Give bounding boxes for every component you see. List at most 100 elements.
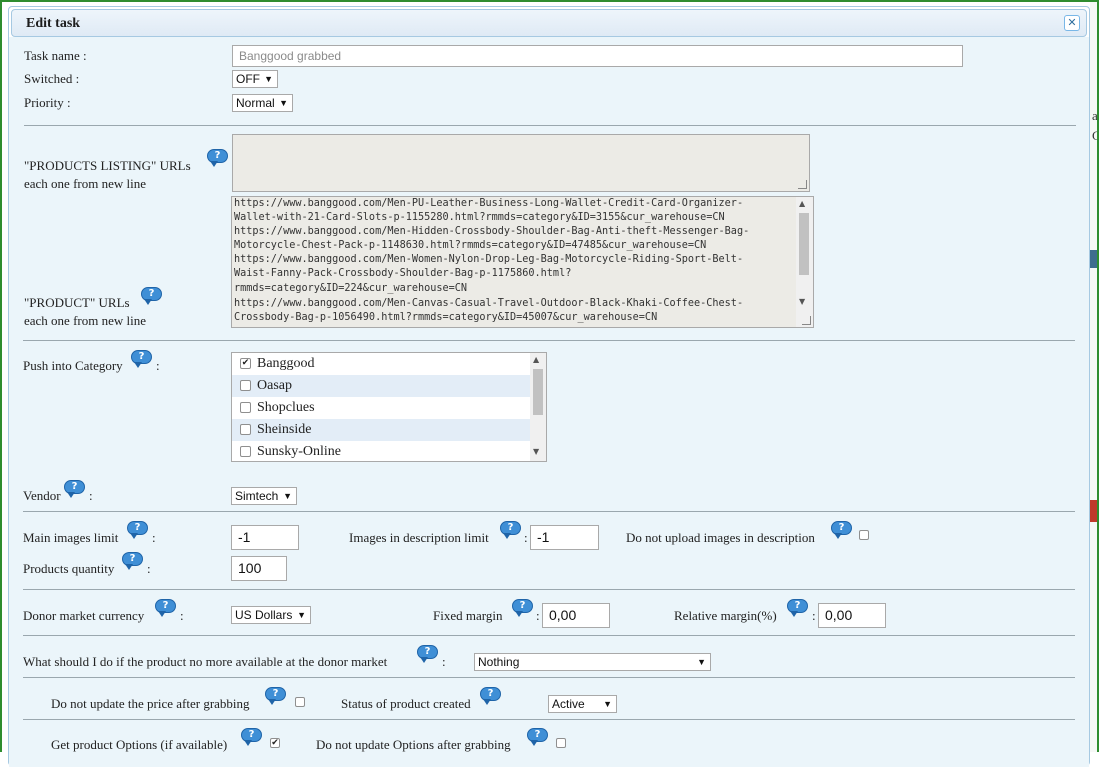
switched-label: Switched : xyxy=(24,71,80,86)
background-page-strip: a C xyxy=(1090,0,1099,752)
no-update-options-checkbox[interactable] xyxy=(556,738,566,748)
category-name: Shopclues xyxy=(257,400,315,415)
switched-select[interactable]: OFF ▼ xyxy=(232,70,278,88)
url-line: Crossbody-Bag-p-1056490.html?rmmds=categ… xyxy=(234,312,658,323)
chevron-down-icon: ▼ xyxy=(603,699,612,709)
scroll-down-icon[interactable]: ▼ xyxy=(799,297,805,306)
divider xyxy=(23,635,1075,636)
resize-grip-icon[interactable] xyxy=(798,180,807,189)
help-icon[interactable]: ? xyxy=(500,521,522,539)
url-line: Motorcycle-Chest-Pack-p-1148630.html?rmm… xyxy=(234,240,707,251)
get-options-checkbox[interactable]: ✔ xyxy=(270,738,280,748)
products-listing-textarea[interactable] xyxy=(232,134,810,192)
category-scrollbar[interactable]: ▲ ▼ xyxy=(530,353,546,461)
list-item[interactable]: ✔ Banggood xyxy=(232,353,530,375)
help-icon[interactable]: ? xyxy=(527,728,549,746)
images-desc-limit-label: Images in description limit xyxy=(349,530,489,545)
fixed-margin-colon: : xyxy=(536,608,540,623)
relative-margin-input[interactable]: 0,00 xyxy=(818,603,886,628)
not-available-label: What should I do if the product no more … xyxy=(23,654,388,669)
dialog-titlebar: Edit task ✕ xyxy=(11,9,1087,37)
scroll-up-icon[interactable]: ▲ xyxy=(799,199,805,208)
help-icon[interactable]: ? xyxy=(155,599,177,617)
url-line: rmmds=category&ID=224&cur_warehouse=CN xyxy=(234,283,468,294)
divider xyxy=(23,511,1075,512)
url-line: https://www.banggood.com/Men-Women-Nylon… xyxy=(234,254,744,265)
help-icon[interactable]: ? xyxy=(241,728,263,746)
help-icon[interactable]: ? xyxy=(207,149,229,167)
vendor-label: Vendor xyxy=(23,488,61,503)
not-available-select[interactable]: Nothing ▼ xyxy=(474,653,711,671)
checkbox[interactable] xyxy=(240,402,251,413)
divider xyxy=(23,677,1075,678)
scroll-up-icon[interactable]: ▲ xyxy=(533,355,539,364)
donor-currency-label: Donor market currency xyxy=(23,608,145,623)
products-listing-label: "PRODUCTS LISTING" URLs xyxy=(24,158,191,173)
category-name: Sunsky-Online xyxy=(257,444,341,459)
help-icon[interactable]: ? xyxy=(64,480,86,498)
products-quantity-colon: : xyxy=(147,561,151,576)
help-icon[interactable]: ? xyxy=(787,599,809,617)
url-line: Waist-Fanny-Pack-Crossbody-Shoulder-Bag-… xyxy=(234,268,572,279)
relative-margin-label: Relative margin(%) xyxy=(674,608,777,623)
scroll-down-icon[interactable]: ▼ xyxy=(533,447,539,456)
checkbox[interactable] xyxy=(240,424,251,435)
vendor-value: Simtech xyxy=(235,489,279,503)
divider xyxy=(24,125,1076,126)
images-desc-limit-input[interactable]: -1 xyxy=(530,525,599,550)
divider xyxy=(23,340,1075,341)
category-name: Sheinside xyxy=(257,422,312,437)
url-line: https://www.banggood.com/Men-Canvas-Casu… xyxy=(234,298,744,309)
help-icon[interactable]: ? xyxy=(131,350,153,368)
urls-scrollbar[interactable]: ▲ ▼ xyxy=(796,197,813,327)
close-icon[interactable]: ✕ xyxy=(1064,15,1080,31)
scrollbar-thumb[interactable] xyxy=(533,369,543,415)
product-urls-textarea[interactable]: https://www.banggood.com/Men-PU-Leather-… xyxy=(231,196,814,328)
task-name-input[interactable]: Banggood grabbed xyxy=(232,45,963,67)
resize-grip-icon[interactable] xyxy=(802,316,811,325)
checkbox[interactable]: ✔ xyxy=(240,358,251,369)
list-item[interactable]: Sheinside xyxy=(232,419,530,441)
chevron-down-icon: ▼ xyxy=(264,74,273,84)
help-icon[interactable]: ? xyxy=(265,687,287,705)
priority-select[interactable]: Normal ▼ xyxy=(232,94,293,112)
list-item[interactable]: Oasap xyxy=(232,375,530,397)
product-urls-sub: each one from new line xyxy=(24,313,147,328)
donor-currency-colon: : xyxy=(180,608,184,623)
products-listing-sub: each one from new line xyxy=(24,176,147,191)
category-name: Oasap xyxy=(257,378,292,393)
checkbox[interactable] xyxy=(240,380,251,391)
category-list[interactable]: ✔ Banggood Oasap Shopclues Sheinside Sun… xyxy=(231,352,547,462)
products-quantity-label: Products quantity xyxy=(23,561,115,576)
chevron-down-icon: ▼ xyxy=(279,98,288,108)
background-text: C xyxy=(1092,128,1099,143)
no-update-price-checkbox[interactable] xyxy=(295,697,305,707)
list-item[interactable]: Sunsky-Online xyxy=(232,441,530,461)
edit-task-dialog: Edit task ✕ Task name : Banggood grabbed… xyxy=(8,6,1090,767)
url-line: https://www.banggood.com/Men-PU-Leather-… xyxy=(234,198,744,209)
help-icon[interactable]: ? xyxy=(512,599,534,617)
scrollbar-thumb[interactable] xyxy=(799,213,809,275)
fixed-margin-input[interactable]: 0,00 xyxy=(542,603,610,628)
products-quantity-input[interactable]: 100 xyxy=(231,556,287,581)
no-upload-desc-label: Do not upload images in description xyxy=(626,530,815,545)
list-item[interactable]: Shopclues xyxy=(232,397,530,419)
url-line: https://www.banggood.com/Men-Hidden-Cros… xyxy=(234,226,750,237)
push-category-label: Push into Category xyxy=(23,358,123,373)
help-icon[interactable]: ? xyxy=(141,287,163,305)
url-line: Wallet-with-21-Card-Slots-p-1155280.html… xyxy=(234,212,725,223)
vendor-select[interactable]: Simtech ▼ xyxy=(231,487,297,505)
help-icon[interactable]: ? xyxy=(417,645,439,663)
help-icon[interactable]: ? xyxy=(127,521,149,539)
checkbox[interactable] xyxy=(240,446,251,457)
help-icon[interactable]: ? xyxy=(480,687,502,705)
status-created-select[interactable]: Active ▼ xyxy=(548,695,617,713)
donor-currency-select[interactable]: US Dollars ▼ xyxy=(231,606,311,624)
main-images-limit-input[interactable]: -1 xyxy=(231,525,299,550)
help-icon[interactable]: ? xyxy=(831,521,853,539)
no-update-options-label: Do not update Options after grabbing xyxy=(316,737,511,752)
no-upload-desc-checkbox[interactable] xyxy=(859,530,869,540)
help-icon[interactable]: ? xyxy=(122,552,144,570)
background-text: a xyxy=(1092,108,1098,123)
product-urls-label: "PRODUCT" URLs xyxy=(24,295,130,310)
